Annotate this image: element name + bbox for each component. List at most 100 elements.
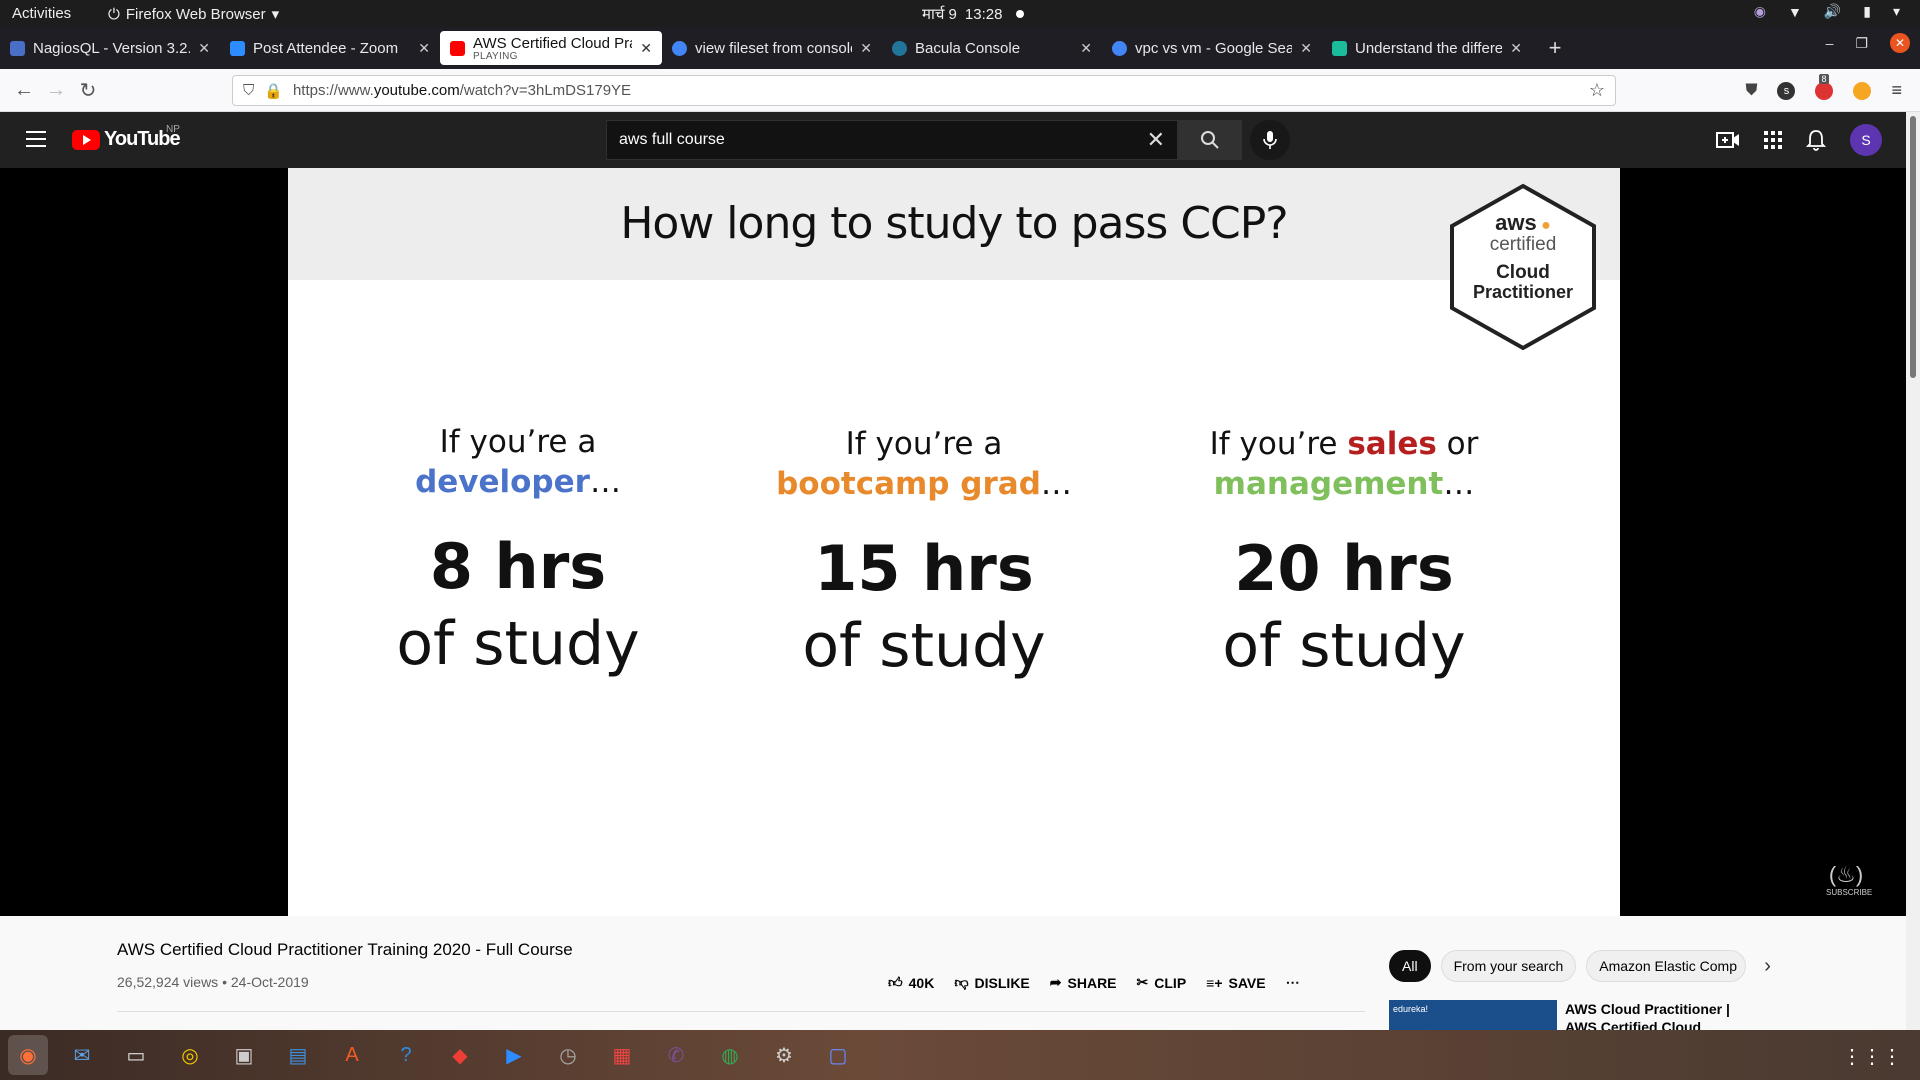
fcc-logo-icon: (♨) [1828, 862, 1864, 887]
extension-s-icon[interactable]: s [1777, 81, 1796, 100]
close-icon[interactable]: ✕ [198, 40, 210, 57]
page-scrollbar[interactable] [1906, 112, 1920, 1030]
clip-button[interactable]: ✂ CLIP [1137, 974, 1187, 991]
tab-youtube[interactable]: AWS Certified Cloud Prac PLAYING ✕ [440, 31, 662, 65]
view-count: 26,52,924 views [117, 974, 219, 990]
tab-zoom[interactable]: Post Attendee - Zoom ✕ [220, 31, 440, 65]
clock-time: 13:28 [964, 5, 1003, 23]
dislike-button[interactable]: 👎︎ DISLIKE [954, 974, 1029, 991]
search-input[interactable]: aws full course ✕ [606, 120, 1178, 160]
new-tab-button[interactable]: + [1540, 35, 1570, 61]
close-icon[interactable]: ✕ [1510, 40, 1522, 57]
bookmark-star-icon[interactable]: ☆ [1589, 80, 1605, 101]
voice-search-button[interactable] [1250, 120, 1290, 160]
app-menu-icon[interactable]: ≡ [1891, 80, 1902, 101]
wifi-icon[interactable]: ▼ [1788, 4, 1802, 20]
url-bar[interactable]: ⛉ 🔒 https://www.youtube.com/watch?v=3hLm… [232, 75, 1616, 106]
tab-understand[interactable]: Understand the differenc ✕ [1322, 31, 1532, 65]
zoom-app-icon[interactable]: ▶ [494, 1035, 534, 1075]
thumbs-up-icon: 👍︎ [888, 974, 903, 990]
chip-from-your-search[interactable]: From your search [1440, 950, 1577, 982]
nagios-icon [10, 40, 25, 56]
writer-icon[interactable]: ▤ [278, 1035, 318, 1075]
system-tray[interactable]: ◉ ▼ 🔊 ▮ ▾ [1754, 3, 1900, 20]
battery-icon[interactable]: ▮ [1863, 3, 1871, 20]
chip-amazon-elastic[interactable]: Amazon Elastic Comp [1586, 950, 1747, 982]
help-icon[interactable]: ? [386, 1035, 426, 1075]
files-icon[interactable]: ▭ [116, 1035, 156, 1075]
video-frame-slide: How long to study to pass CCP? aws ● cer… [288, 168, 1620, 916]
document-viewer-icon[interactable]: ▦ [602, 1035, 642, 1075]
chip-all[interactable]: All [1389, 950, 1431, 982]
share-button[interactable]: ➦ SHARE [1050, 974, 1117, 991]
video-info: AWS Certified Cloud Practitioner Trainin… [0, 916, 1906, 1053]
close-icon[interactable]: ✕ [1080, 40, 1092, 57]
forward-button[interactable]: → [40, 79, 72, 102]
search-button[interactable] [1178, 120, 1242, 160]
guide-menu-icon[interactable] [26, 131, 46, 152]
tab-bacula[interactable]: Bacula Console ✕ [882, 31, 1102, 65]
masthead-actions: S [1716, 124, 1882, 156]
pocket-icon[interactable]: ⛊ [1745, 82, 1757, 100]
firefox-icon[interactable]: ◉ [8, 1035, 48, 1075]
reload-button[interactable]: ↻ [72, 78, 104, 103]
power-menu-icon[interactable]: ▾ [1893, 3, 1900, 20]
activities-button[interactable]: Activities [12, 5, 71, 22]
column-bootcamp: If you’re a bootcamp grad… 15 hrs of stu… [734, 424, 1114, 681]
scrollbar-thumb[interactable] [1910, 116, 1916, 378]
terminal-icon[interactable]: ▣ [224, 1035, 264, 1075]
restore-icon[interactable]: ❐ [1855, 35, 1868, 52]
back-button[interactable]: ← [8, 79, 40, 102]
chrome-icon[interactable]: ◍ [710, 1035, 750, 1075]
apps-grid-icon[interactable] [1764, 131, 1782, 149]
chevron-right-icon[interactable]: › [1764, 955, 1771, 978]
save-button[interactable]: ≡+ SAVE [1206, 975, 1265, 991]
close-icon[interactable]: ✕ [860, 40, 872, 57]
more-actions-button[interactable]: ⋯ [1286, 974, 1300, 991]
subscribe-watermark[interactable]: (♨) SUBSCRIBE [1826, 862, 1872, 902]
screen: Activities ⏻ Firefox Web Browser ▾ मार्च… [0, 0, 1920, 1080]
close-icon[interactable]: ✕ [640, 40, 652, 57]
lock-icon[interactable]: 🔒 [264, 82, 283, 100]
screenshot-icon[interactable]: ▢ [818, 1035, 858, 1075]
settings-icon[interactable]: ⚙ [764, 1035, 804, 1075]
close-icon[interactable]: ✕ [418, 40, 430, 57]
scissors-icon: ✂ [1136, 974, 1149, 990]
tab-nagiosql[interactable]: NagiosQL - Version 3.2.0 ✕ [0, 31, 220, 65]
youtube-icon [450, 40, 465, 56]
search-query: aws full course [619, 131, 725, 148]
thunderbird-icon[interactable]: ✉ [62, 1035, 102, 1075]
developer-hours: 8 hrs [429, 530, 607, 603]
clear-search-icon[interactable]: ✕ [1147, 127, 1165, 153]
toolbar-extensions: ⛊ s 8 ≡ [1745, 73, 1902, 101]
shield-icon[interactable]: ⛉ [243, 82, 254, 99]
adblock-icon[interactable]: 8 [1815, 73, 1834, 100]
like-button[interactable]: 👍︎ 40K [888, 974, 934, 991]
close-icon[interactable]: ✕ [1300, 40, 1312, 57]
sales-lead-pre: If you’re [1209, 426, 1348, 462]
clock[interactable]: मार्च 9 13:28 [922, 4, 1025, 24]
tab-view-fileset[interactable]: view fileset from console ✕ [662, 31, 882, 65]
rhythmbox-icon[interactable]: ◎ [170, 1035, 210, 1075]
create-video-icon[interactable] [1716, 131, 1740, 149]
app-indicator-icon[interactable]: ◉ [1754, 3, 1766, 20]
app-menu-label: Firefox Web Browser [125, 5, 266, 23]
viber-icon[interactable]: ✆ [656, 1035, 696, 1075]
clock-app-icon[interactable]: ◷ [548, 1035, 588, 1075]
notifications-bell-icon[interactable] [1806, 129, 1826, 151]
recommended-thumbnail[interactable]: edureka! [1389, 1000, 1557, 1030]
extension-orange-icon[interactable] [1853, 81, 1872, 100]
avatar[interactable]: S [1850, 124, 1882, 156]
anydesk-icon[interactable]: ◆ [440, 1035, 480, 1075]
playlist-add-icon: ≡+ [1206, 974, 1223, 991]
url-text[interactable]: https://www.youtube.com/watch?v=3hLmDS17… [293, 82, 631, 99]
window-close-button[interactable]: ✕ [1890, 33, 1910, 53]
minimize-icon[interactable]: – [1826, 35, 1834, 51]
video-player[interactable]: How long to study to pass CCP? aws ● cer… [0, 168, 1906, 916]
tab-google-search[interactable]: vpc vs vm - Google Search ✕ [1102, 31, 1322, 65]
youtube-logo[interactable]: YouTube NP [72, 124, 181, 151]
app-menu[interactable]: ⏻ Firefox Web Browser ▾ [108, 5, 279, 24]
show-applications-icon[interactable]: ⋮⋮⋮ [1842, 1044, 1902, 1069]
volume-icon[interactable]: 🔊 [1824, 3, 1841, 20]
software-center-icon[interactable]: A [332, 1035, 372, 1075]
